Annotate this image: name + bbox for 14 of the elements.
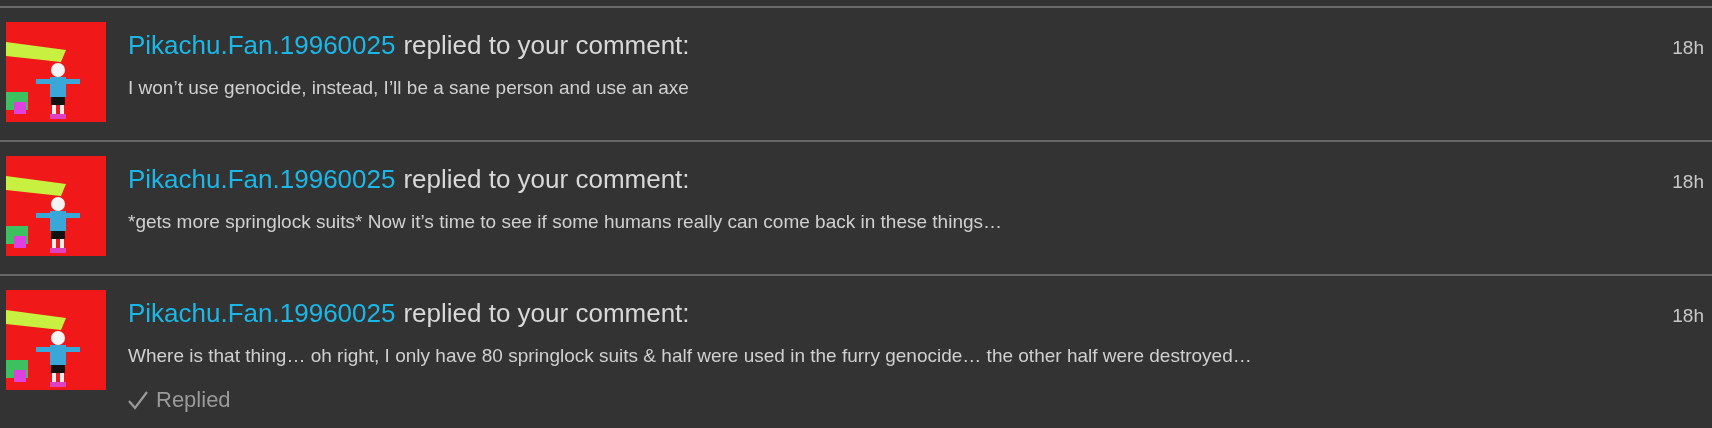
username-link[interactable]: Pikachu.Fan.19960025 (128, 298, 396, 329)
checkmark-icon (128, 390, 148, 410)
comment-text: I won’t use genocide, instead, I’ll be a sane person and use an axe (128, 77, 690, 99)
username-link[interactable]: Pikachu.Fan.19960025 (128, 30, 396, 61)
timestamp: 18h (1672, 305, 1704, 327)
timestamp: 18h (1672, 171, 1704, 193)
notification-title: replied to your comment: (403, 164, 690, 195)
replied-status: Replied (156, 387, 231, 413)
comment-text: *gets more springlock suits* Now it’s time to see if some humans really can come back in these things… (128, 211, 1004, 233)
timestamp: 18h (1672, 37, 1704, 59)
comment-text: Where is that thing… oh right, I only have 80 springlock suits & half were used in the furry genocide… the other half were destroyed… (128, 345, 1253, 367)
notification-title: replied to your comment: (403, 298, 690, 329)
username-link[interactable]: Pikachu.Fan.19960025 (128, 164, 396, 195)
notification-title: replied to your comment: (403, 30, 690, 61)
